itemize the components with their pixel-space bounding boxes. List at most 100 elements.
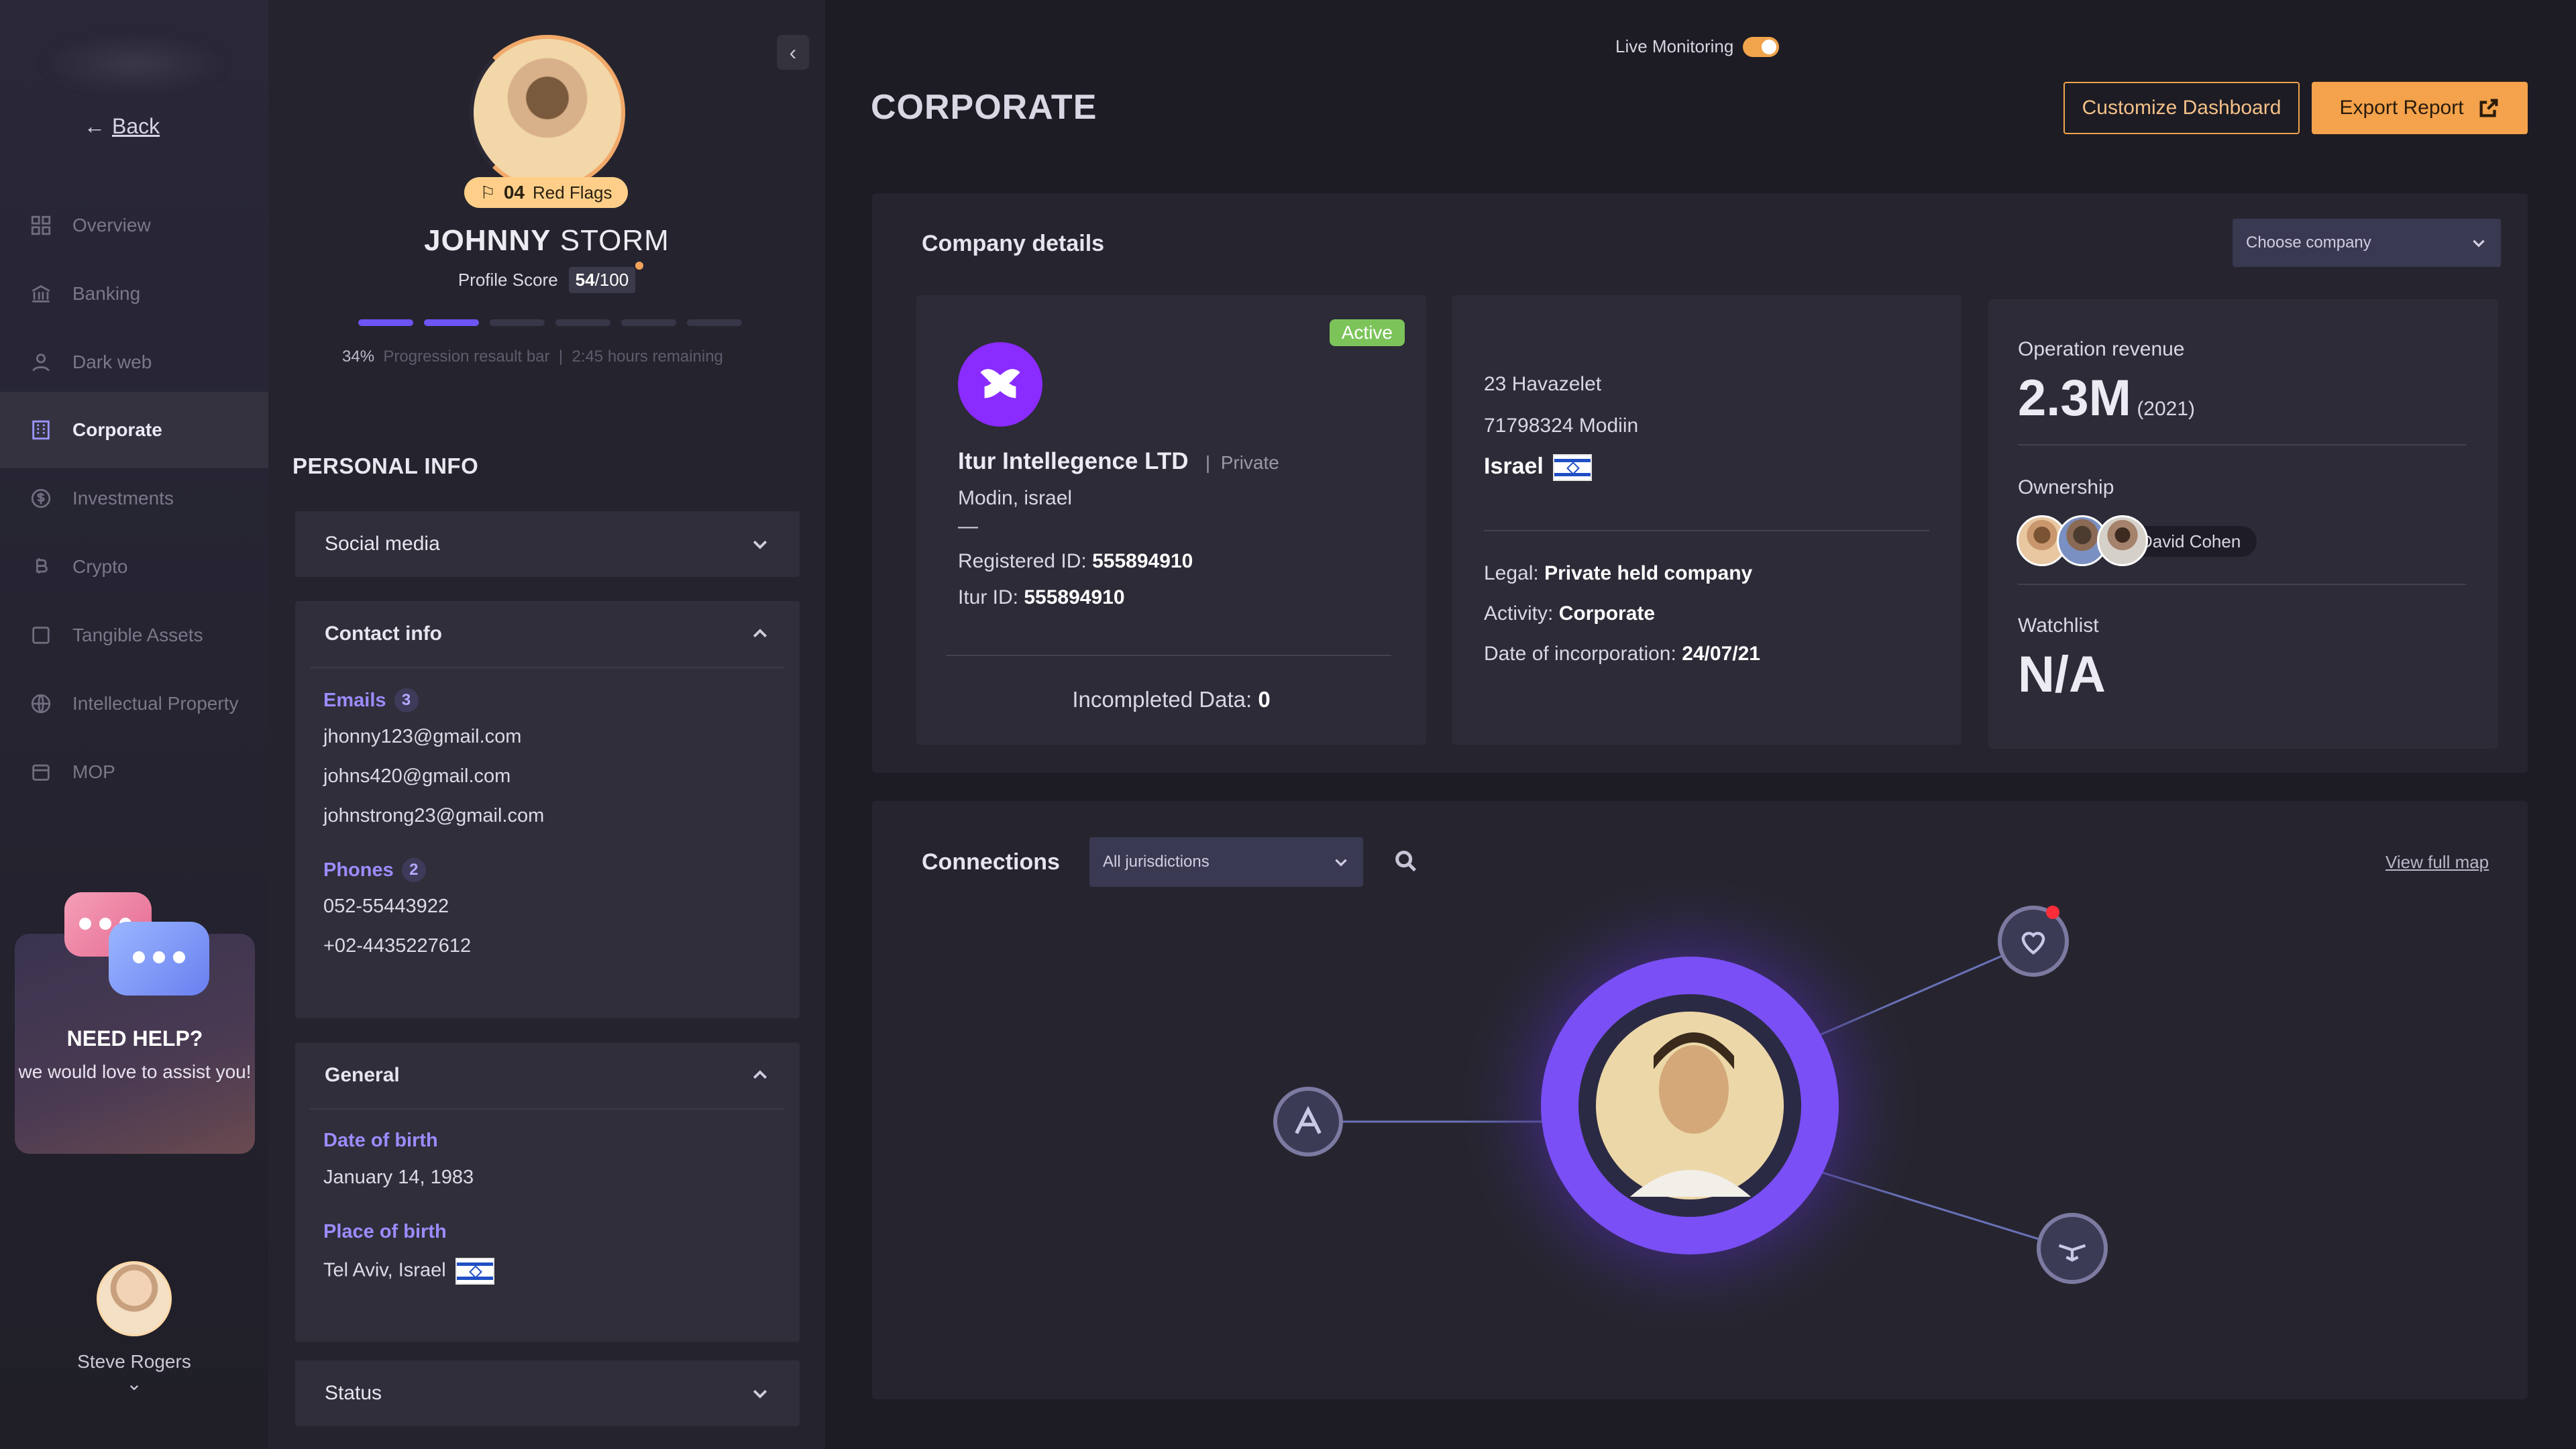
sidebar: ← Back Overview Banking Dark web Corpora… [0,0,268,1449]
emails-count: 3 [394,688,419,712]
status-badge: Active [1329,319,1405,346]
sidebar-item-intellectual-property[interactable]: Intellectual Property [0,665,268,742]
choose-company-select[interactable]: Choose company [2233,219,2501,267]
address-line: 71798324 Modiin [1484,415,1639,437]
pob-value: Tel Aviv, Israel [323,1258,771,1285]
live-monitoring-toggle[interactable] [1743,36,1780,57]
status-accordion[interactable]: Status [295,1360,800,1426]
connection-node[interactable] [1998,906,2069,977]
live-monitoring: Live Monitoring [1615,36,1780,57]
sidebar-item-crypto[interactable]: Crypto [0,529,268,605]
user-name: Steve Rogers [77,1351,191,1372]
phone-item[interactable]: 052-55443922 [323,896,771,918]
progress-segment [490,319,545,326]
bitcoin-icon [36,558,48,574]
profile-name: JOHNNY STORM [424,224,669,257]
phone-item[interactable]: +02-4435227612 [323,935,771,957]
legal: Legal: Private held company [1484,562,1753,584]
profile-avatar [470,35,625,191]
progress-label: 34% Progression resault bar | 2:45 hours… [342,347,723,366]
connections-graph [1305,877,2055,1334]
company-location: Modin, israel [958,487,1073,509]
page-title: CORPORATE [871,88,1097,127]
progress-segment [358,319,413,326]
export-report-button[interactable]: Export Report [2312,82,2528,134]
sidebar-item-overview[interactable]: Overview [0,187,268,264]
building-icon [32,420,50,440]
status-dot [635,262,643,270]
help-text: we would love to assist you! [18,1061,252,1082]
alert-dot [2046,906,2059,919]
square-icon [32,627,50,644]
connection-node[interactable] [1273,1087,1343,1157]
company-type: Private [1220,452,1279,473]
progress-segment [555,319,610,326]
chat-bubble-icon [109,922,209,996]
company-details-title: Company details [922,231,1105,256]
company-name: Itur Intellegence LTD [958,448,1189,474]
israel-flag-icon [455,1258,494,1285]
score-value: 54/100 [568,267,636,293]
watchlist-value: N/A [2018,646,2106,703]
chevron-up-icon [753,1070,767,1079]
chevron-down-icon [2473,239,2485,248]
user-icon [32,354,50,372]
help-card[interactable]: NEED HELP? we would love to assist you! [15,892,255,1154]
email-item[interactable]: jhonny123@gmail.com [323,726,771,748]
company-a-icon [1295,1106,1322,1134]
phones-count: 2 [401,858,426,882]
address-line: 23 Havazelet [1484,373,1602,395]
activity: Activity: Corporate [1484,602,1656,625]
profile-score: Profile Score 54/100 [268,267,825,293]
dollar-icon [31,488,51,508]
sidebar-item-investments[interactable]: Investments [0,460,268,537]
watchlist-label: Watchlist [2018,614,2099,637]
arrow-left-icon: ← [84,114,105,138]
social-media-accordion[interactable]: Social media [295,511,800,577]
globe-icon [31,694,51,714]
chevron-down-icon: ⌄ [126,1373,142,1394]
revenue-value: 2.3M (2021) [2018,370,2196,427]
back-link[interactable]: ← Back [84,114,160,139]
registered-id: Registered ID: 555894910 [958,550,1193,572]
sidebar-item-mop[interactable]: MOP [0,734,268,810]
sidebar-item-banking[interactable]: Banking [0,256,268,332]
itur-id: Itur ID: 555894910 [958,586,1125,608]
avatar [97,1261,172,1336]
external-link-icon [2479,99,2498,117]
calendar-icon [32,764,50,781]
flag-icon: ⚐ [480,182,496,203]
ownership-avatars[interactable] [2017,515,2148,566]
sidebar-item-tangible-assets[interactable]: Tangible Assets [0,597,268,674]
face-shape [1659,1045,1729,1134]
chevron-down-icon [753,540,767,549]
progress-segment [687,319,742,326]
progress-bar [358,319,742,326]
section-title: PERSONAL INFO [292,453,479,478]
user-menu[interactable]: Steve Rogers ⌄ [67,1261,201,1395]
progress-segment [621,319,676,326]
help-title: NEED HELP? [66,1026,203,1051]
collapse-panel-button[interactable]: ‹ [777,35,809,70]
divider-dash: — [958,515,978,537]
heart-logo-icon [2021,932,2045,955]
email-item[interactable]: johnstrong23@gmail.com [323,805,771,827]
eagle-logo-icon [2058,1244,2086,1262]
incomplete-data: Incompleted Data: 0 [1072,687,1271,712]
dob-value: January 14, 1983 [323,1167,474,1188]
emails-label: Emails 3 [323,688,771,712]
connection-node[interactable] [2037,1213,2108,1284]
bank-icon [32,285,50,303]
sidebar-item-corporate[interactable]: Corporate [0,392,268,468]
chevron-up-icon [753,629,767,638]
sidebar-item-dark-web[interactable]: Dark web [0,324,268,400]
contact-info-accordion[interactable]: Contact info Emails 3 jhonny123@gmail.com… [295,601,800,1018]
customize-dashboard-button[interactable]: Customize Dashboard [2063,82,2300,134]
revenue-label: Operation revenue [2018,338,2185,360]
progress-segment [424,319,479,326]
infinity-icon [980,369,1020,398]
general-accordion[interactable]: General Date of birth January 14, 1983 P… [295,1042,800,1342]
divider [1484,530,1929,531]
red-flags-badge[interactable]: ⚐ 04 Red Flags [464,177,628,208]
email-item[interactable]: johns420@gmail.com [323,765,771,788]
